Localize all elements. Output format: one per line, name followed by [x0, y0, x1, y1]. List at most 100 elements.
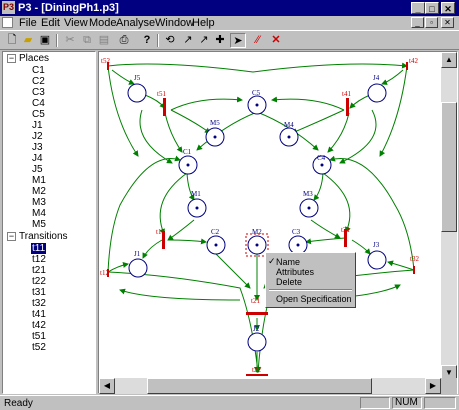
paste-icon[interactable]: ▤	[96, 33, 112, 48]
transition-t42[interactable]	[406, 62, 408, 70]
tree-item-place[interactable]: M4	[32, 208, 46, 219]
open-folder-icon[interactable]: ▰	[20, 33, 36, 48]
close-button[interactable]: ✕	[441, 2, 455, 14]
tree-item-place[interactable]: C1	[32, 65, 45, 76]
menu-analyse[interactable]: Analyse	[116, 16, 155, 30]
tree-item-place[interactable]: J2	[32, 131, 43, 142]
net-canvas[interactable]: C5 J5 J4 M5 M4 C1 C4 M1 M3 C2 M2 C3 J1 J…	[98, 51, 458, 394]
help-icon[interactable]: ?	[139, 33, 155, 48]
tree-item-place[interactable]: M5	[32, 219, 46, 230]
tree-item-transition[interactable]: t31	[32, 287, 46, 298]
tree-item-transition[interactable]: t22	[32, 276, 46, 287]
label-C5: C5	[252, 89, 261, 97]
place-J2[interactable]	[247, 332, 267, 352]
new-file-icon[interactable]: 🗋	[4, 33, 20, 48]
tree-item-place[interactable]: C4	[32, 98, 45, 109]
context-menu-item-open-specification[interactable]: Open Specification	[276, 294, 352, 304]
edit-arc-icon[interactable]: ↗	[180, 33, 196, 48]
label-J2: J2	[253, 325, 260, 333]
save-icon[interactable]: ▣	[37, 33, 53, 48]
tree-places-label[interactable]: Places	[19, 53, 49, 64]
place-J5[interactable]	[127, 83, 147, 103]
label-M4: M4	[284, 121, 294, 129]
scroll-right-button[interactable]: ▶	[425, 378, 441, 394]
context-menu: ✓ Name Attributes Delete Open Specificat…	[265, 252, 356, 308]
tree-item-transition[interactable]: t42	[32, 320, 46, 331]
menu-view[interactable]: View	[64, 16, 88, 30]
delete-icon[interactable]: ✕	[268, 33, 284, 48]
place-J4[interactable]	[367, 83, 387, 103]
document-icon[interactable]	[2, 17, 13, 28]
tree-item-transition[interactable]: t41	[32, 309, 46, 320]
transition-t21[interactable]	[246, 312, 268, 315]
tree-item-transition[interactable]: t21	[32, 265, 46, 276]
label-J1: J1	[134, 250, 141, 258]
tree-item-place[interactable]: C3	[32, 87, 45, 98]
tree-item-place[interactable]: M2	[32, 186, 46, 197]
collapse-places-icon[interactable]: −	[7, 54, 16, 63]
tree-item-transition[interactable]: t51	[32, 331, 46, 342]
scroll-up-button[interactable]: ▲	[441, 52, 457, 68]
context-menu-item-name[interactable]: Name	[276, 257, 300, 267]
label-C2: C2	[211, 228, 220, 236]
tree-panel[interactable]: − Places C1 C2 C3 C4 C5 J1 J2 J3 J4 J5 M…	[2, 51, 96, 394]
scroll-left-button[interactable]: ◀	[99, 378, 115, 394]
token-dot	[287, 135, 291, 139]
collapse-transitions-icon[interactable]: −	[7, 232, 16, 241]
tree-item-transition[interactable]: t52	[32, 342, 46, 353]
child-minimize-button[interactable]: _	[411, 17, 424, 28]
cut-icon[interactable]: ✂	[62, 33, 78, 48]
minimize-button[interactable]: _	[411, 2, 425, 14]
context-menu-item-attributes[interactable]: Attributes	[276, 267, 314, 277]
menu-file[interactable]: File	[19, 16, 37, 30]
select-pointer-icon[interactable]: ➤	[230, 33, 246, 48]
child-close-button[interactable]: ✕	[441, 17, 454, 28]
transition-t32[interactable]	[413, 266, 415, 274]
label-M5: M5	[210, 119, 220, 127]
context-menu-item-delete[interactable]: Delete	[276, 277, 302, 287]
menu-window[interactable]: Window	[155, 16, 194, 30]
transition-t41[interactable]	[346, 98, 349, 116]
transition-t51[interactable]	[163, 98, 166, 116]
tree-item-place[interactable]: J3	[32, 142, 43, 153]
horizontal-scroll-thumb[interactable]	[147, 378, 372, 394]
print-icon[interactable]: ⎙	[116, 33, 132, 48]
child-restore-button[interactable]: ▫	[425, 17, 438, 28]
label-J3: J3	[373, 241, 380, 249]
menu-edit[interactable]: Edit	[41, 16, 60, 30]
place-J3[interactable]	[367, 250, 387, 270]
tree-transitions-label[interactable]: Transitions	[19, 231, 68, 242]
zoom-icon[interactable]: ⟲	[162, 33, 178, 48]
token-dot	[255, 103, 259, 107]
label-t21: t21	[251, 297, 260, 305]
tree-item-transition-selected[interactable]: t11	[31, 243, 47, 254]
title-bar: P3 P3 - [DiningPh1.p3] _ □ ✕	[0, 0, 459, 16]
tree-item-transition[interactable]: t12	[32, 254, 46, 265]
tree-item-place[interactable]: J4	[32, 153, 43, 164]
menu-mode[interactable]: Mode	[89, 16, 117, 30]
token-dot	[307, 206, 311, 210]
tree-item-transition[interactable]: t32	[32, 298, 46, 309]
tree-item-place[interactable]: C2	[32, 76, 45, 87]
tree-item-place[interactable]: J5	[32, 164, 43, 175]
place-J1[interactable]	[128, 258, 148, 278]
copy-icon[interactable]: ⧉	[79, 33, 95, 48]
tree-item-place[interactable]: M3	[32, 197, 46, 208]
petri-net-diagram[interactable]: C5 J5 J4 M5 M4 C1 C4 M1 M3 C2 M2 C3 J1 J…	[99, 52, 457, 393]
label-M2: M2	[252, 228, 262, 236]
arc-icon[interactable]: ↗	[196, 33, 212, 48]
menu-help[interactable]: Help	[192, 16, 215, 30]
tree-item-place[interactable]: J1	[32, 120, 43, 131]
token-dot	[213, 135, 217, 139]
transition-t22[interactable]	[246, 374, 268, 376]
vertical-scroll-thumb[interactable]	[441, 102, 457, 232]
label-C4: C4	[317, 154, 326, 162]
maximize-button[interactable]: □	[425, 2, 439, 14]
tree-item-place[interactable]: M1	[32, 175, 46, 186]
vertical-scrollbar[interactable]: ▲ ▼	[441, 52, 457, 381]
horizontal-scrollbar[interactable]: ◀ ▶	[99, 378, 441, 394]
arc-tool-icon[interactable]: ⁄⁄	[250, 33, 266, 48]
tree-item-place[interactable]: C5	[32, 109, 45, 120]
add-token-icon[interactable]: ✚	[212, 33, 228, 48]
toolbar: 🗋 ▰ ▣ ✂ ⧉ ▤ ⎙ ? ⟲ ↗ ↗ ✚ ➤ ⁄⁄ ✕	[0, 30, 459, 50]
